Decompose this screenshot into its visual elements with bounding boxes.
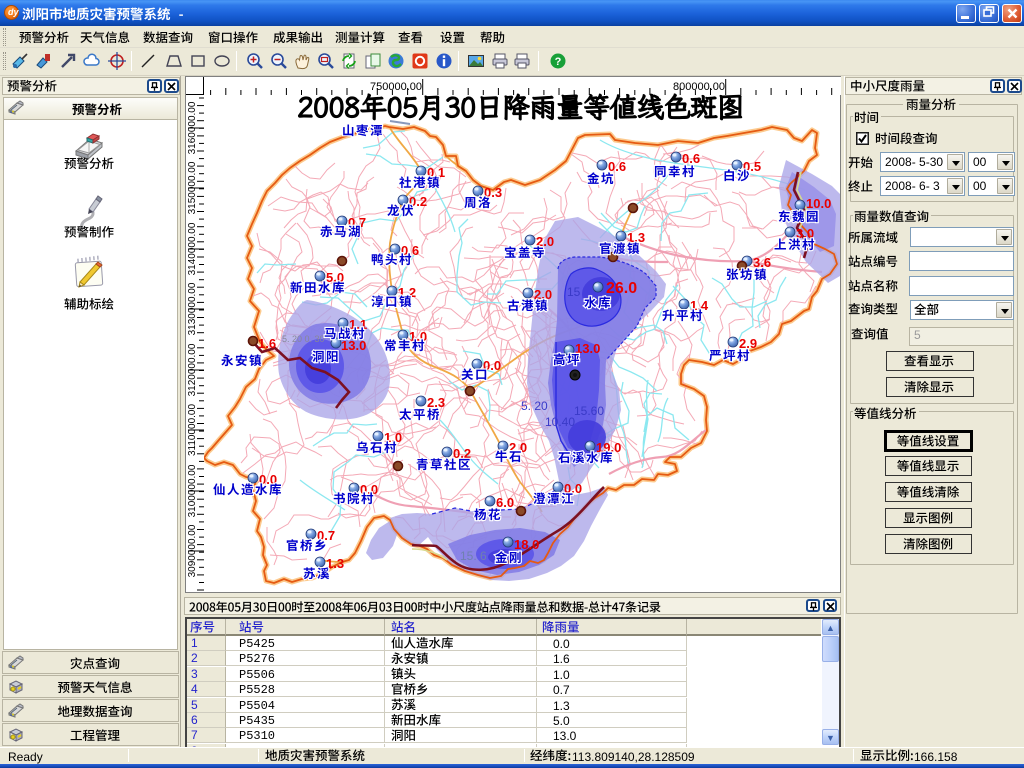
svg-text:0.0: 0.0: [259, 472, 277, 487]
svg-text:3.0: 3.0: [796, 226, 814, 241]
svg-text:5. 20: 5. 20: [521, 399, 548, 413]
svg-text:2.9: 2.9: [739, 336, 757, 351]
svg-text:15: 15: [567, 285, 581, 299]
svg-text:15. 6: 15. 6: [460, 549, 487, 563]
svg-text:1.3: 1.3: [627, 230, 645, 245]
svg-text:1.2: 1.2: [398, 285, 416, 300]
svg-text:0.2: 0.2: [409, 194, 427, 209]
svg-text:1.1: 1.1: [349, 317, 367, 332]
svg-text:13.0: 13.0: [575, 341, 600, 356]
svg-text:10.40: 10.40: [545, 415, 575, 429]
svg-text:1.0: 1.0: [409, 329, 427, 344]
svg-text:0.0: 0.0: [483, 358, 501, 373]
svg-text:3100000.00: 3100000.00: [187, 464, 198, 517]
svg-text:1.4: 1.4: [690, 298, 709, 313]
svg-text:2.3: 2.3: [427, 395, 445, 410]
svg-text:0.6: 0.6: [682, 151, 700, 166]
svg-text:1.6: 1.6: [258, 336, 276, 351]
svg-text:0.2: 0.2: [453, 446, 471, 461]
svg-text:0.0: 0.0: [360, 482, 378, 497]
svg-text:5. 20 0. 30: 5. 20 0. 30: [282, 334, 325, 344]
svg-text:3110000.00: 3110000.00: [187, 404, 198, 457]
svg-text:800000.00: 800000.00: [673, 81, 725, 93]
svg-text:750000.00: 750000.00: [370, 81, 422, 93]
svg-text:0.6: 0.6: [401, 243, 419, 258]
svg-text:18.0: 18.0: [514, 537, 539, 552]
svg-text:3120000.00: 3120000.00: [187, 343, 198, 396]
svg-text:0.5: 0.5: [743, 159, 761, 174]
svg-text:5.0: 5.0: [326, 270, 344, 285]
svg-text:15.60: 15.60: [574, 404, 604, 418]
svg-text:2.0: 2.0: [536, 234, 554, 249]
svg-text:?: ?: [555, 56, 562, 68]
svg-text:0.7: 0.7: [348, 215, 366, 230]
svg-text:2.0: 2.0: [509, 440, 527, 455]
svg-text:13.0: 13.0: [341, 338, 366, 353]
svg-text:6.0: 6.0: [496, 495, 514, 510]
svg-text:1.0: 1.0: [384, 430, 402, 445]
svg-text:19.0: 19.0: [596, 440, 621, 455]
svg-text:3130000.00: 3130000.00: [187, 282, 198, 335]
svg-text:2.0: 2.0: [534, 287, 552, 302]
svg-text:0.3: 0.3: [484, 185, 502, 200]
svg-text:0.7: 0.7: [317, 528, 335, 543]
svg-text:3150000.00: 3150000.00: [187, 161, 198, 214]
svg-text:0.6: 0.6: [608, 159, 626, 174]
svg-text:3160000.00: 3160000.00: [187, 101, 198, 154]
svg-text:0.1: 0.1: [427, 165, 445, 180]
svg-text:1.3: 1.3: [326, 556, 344, 571]
svg-text:26.0: 26.0: [606, 280, 637, 297]
svg-text:0.0: 0.0: [564, 481, 582, 496]
svg-text:10.0: 10.0: [806, 196, 831, 211]
svg-text:3140000.00: 3140000.00: [187, 222, 198, 275]
svg-text:3.6: 3.6: [753, 255, 771, 270]
svg-text:3090000.00: 3090000.00: [187, 524, 198, 577]
